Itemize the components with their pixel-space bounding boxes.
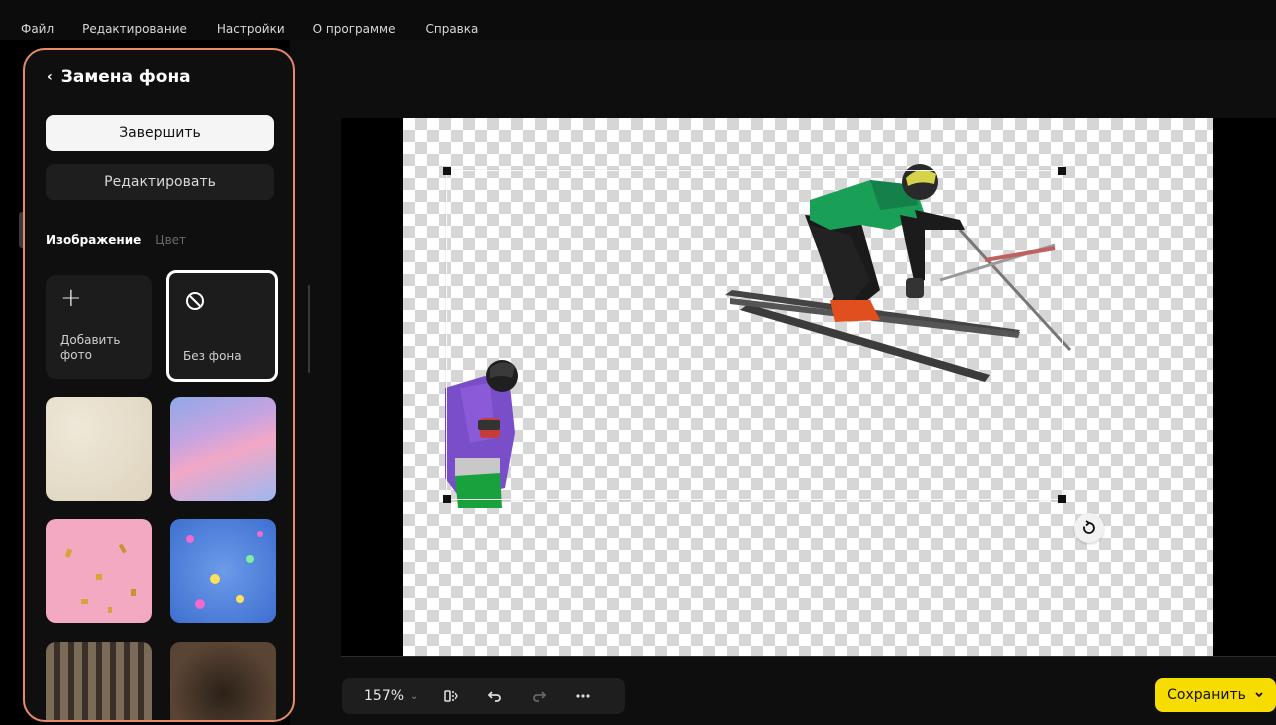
confetti-pattern-icon xyxy=(186,531,263,609)
no-background-label: Без фона xyxy=(183,349,242,363)
flip-icon xyxy=(444,690,459,702)
chevron-down-icon xyxy=(1255,692,1263,698)
panel-tabs: Изображение Цвет xyxy=(46,233,186,247)
menu-file[interactable]: Файл xyxy=(21,22,54,36)
panel-title: Замена фона xyxy=(60,67,191,87)
tab-color[interactable]: Цвет xyxy=(155,233,186,247)
redo-button[interactable] xyxy=(528,685,550,707)
selection-frame[interactable] xyxy=(443,167,1066,503)
plus-icon: + xyxy=(60,283,82,313)
save-label: Сохранить xyxy=(1167,687,1246,703)
back-chevron-icon[interactable]: ‹ xyxy=(47,69,53,85)
flip-button[interactable] xyxy=(440,685,462,707)
background-thumb-sand[interactable] xyxy=(46,397,152,501)
canvas-bottom-divider xyxy=(341,656,1276,657)
zoom-value: 157% xyxy=(364,688,405,704)
background-replace-panel: ‹ Замена фона Завершить Редактировать Из… xyxy=(23,48,295,722)
redo-icon xyxy=(533,691,547,702)
menu-settings[interactable]: Настройки xyxy=(217,22,285,36)
undo-button[interactable] xyxy=(484,685,506,707)
add-photo-label-line1: Добавить xyxy=(60,333,121,347)
canvas-toolbar: 157% ⌄ xyxy=(342,678,625,714)
panel-header: ‹ Замена фона xyxy=(47,67,191,87)
more-icon xyxy=(576,694,591,698)
add-photo-tile[interactable]: + Добавить фото xyxy=(46,275,152,379)
no-background-icon xyxy=(186,292,204,310)
save-button[interactable]: Сохранить xyxy=(1155,678,1276,712)
menu-about[interactable]: О программе xyxy=(313,22,396,36)
resize-handle-bottom-left[interactable] xyxy=(443,495,451,503)
background-thumb-building[interactable] xyxy=(46,642,152,720)
menu-help[interactable]: Справка xyxy=(425,22,478,36)
background-thumb-pink-confetti[interactable] xyxy=(46,519,152,623)
menu-edit[interactable]: Редактирование xyxy=(82,22,187,36)
background-thumb-corridor[interactable] xyxy=(170,642,276,720)
resize-handle-top-right[interactable] xyxy=(1058,167,1066,175)
finish-button[interactable]: Завершить xyxy=(46,115,274,151)
confetti-pattern-icon xyxy=(64,543,136,613)
more-options-button[interactable] xyxy=(572,685,594,707)
panel-resize-divider[interactable] xyxy=(308,285,310,373)
zoom-dropdown[interactable]: 157% ⌄ xyxy=(364,688,418,704)
no-background-tile[interactable]: Без фона xyxy=(166,270,278,382)
rotate-icon xyxy=(1083,520,1095,534)
tab-image[interactable]: Изображение xyxy=(46,233,141,247)
menu-bar: Файл Редактирование Настройки О программ… xyxy=(0,0,1276,40)
edit-button[interactable]: Редактировать xyxy=(46,164,274,200)
resize-handle-bottom-right[interactable] xyxy=(1058,495,1066,503)
background-thumb-pink-clouds[interactable] xyxy=(170,397,276,501)
undo-icon xyxy=(488,691,502,702)
add-photo-label-line2: фото xyxy=(60,348,92,362)
resize-handle-top-left[interactable] xyxy=(443,167,451,175)
background-thumb-blue-confetti[interactable] xyxy=(170,519,276,623)
chevron-down-icon: ⌄ xyxy=(410,690,419,702)
rotate-button[interactable] xyxy=(1074,513,1104,543)
